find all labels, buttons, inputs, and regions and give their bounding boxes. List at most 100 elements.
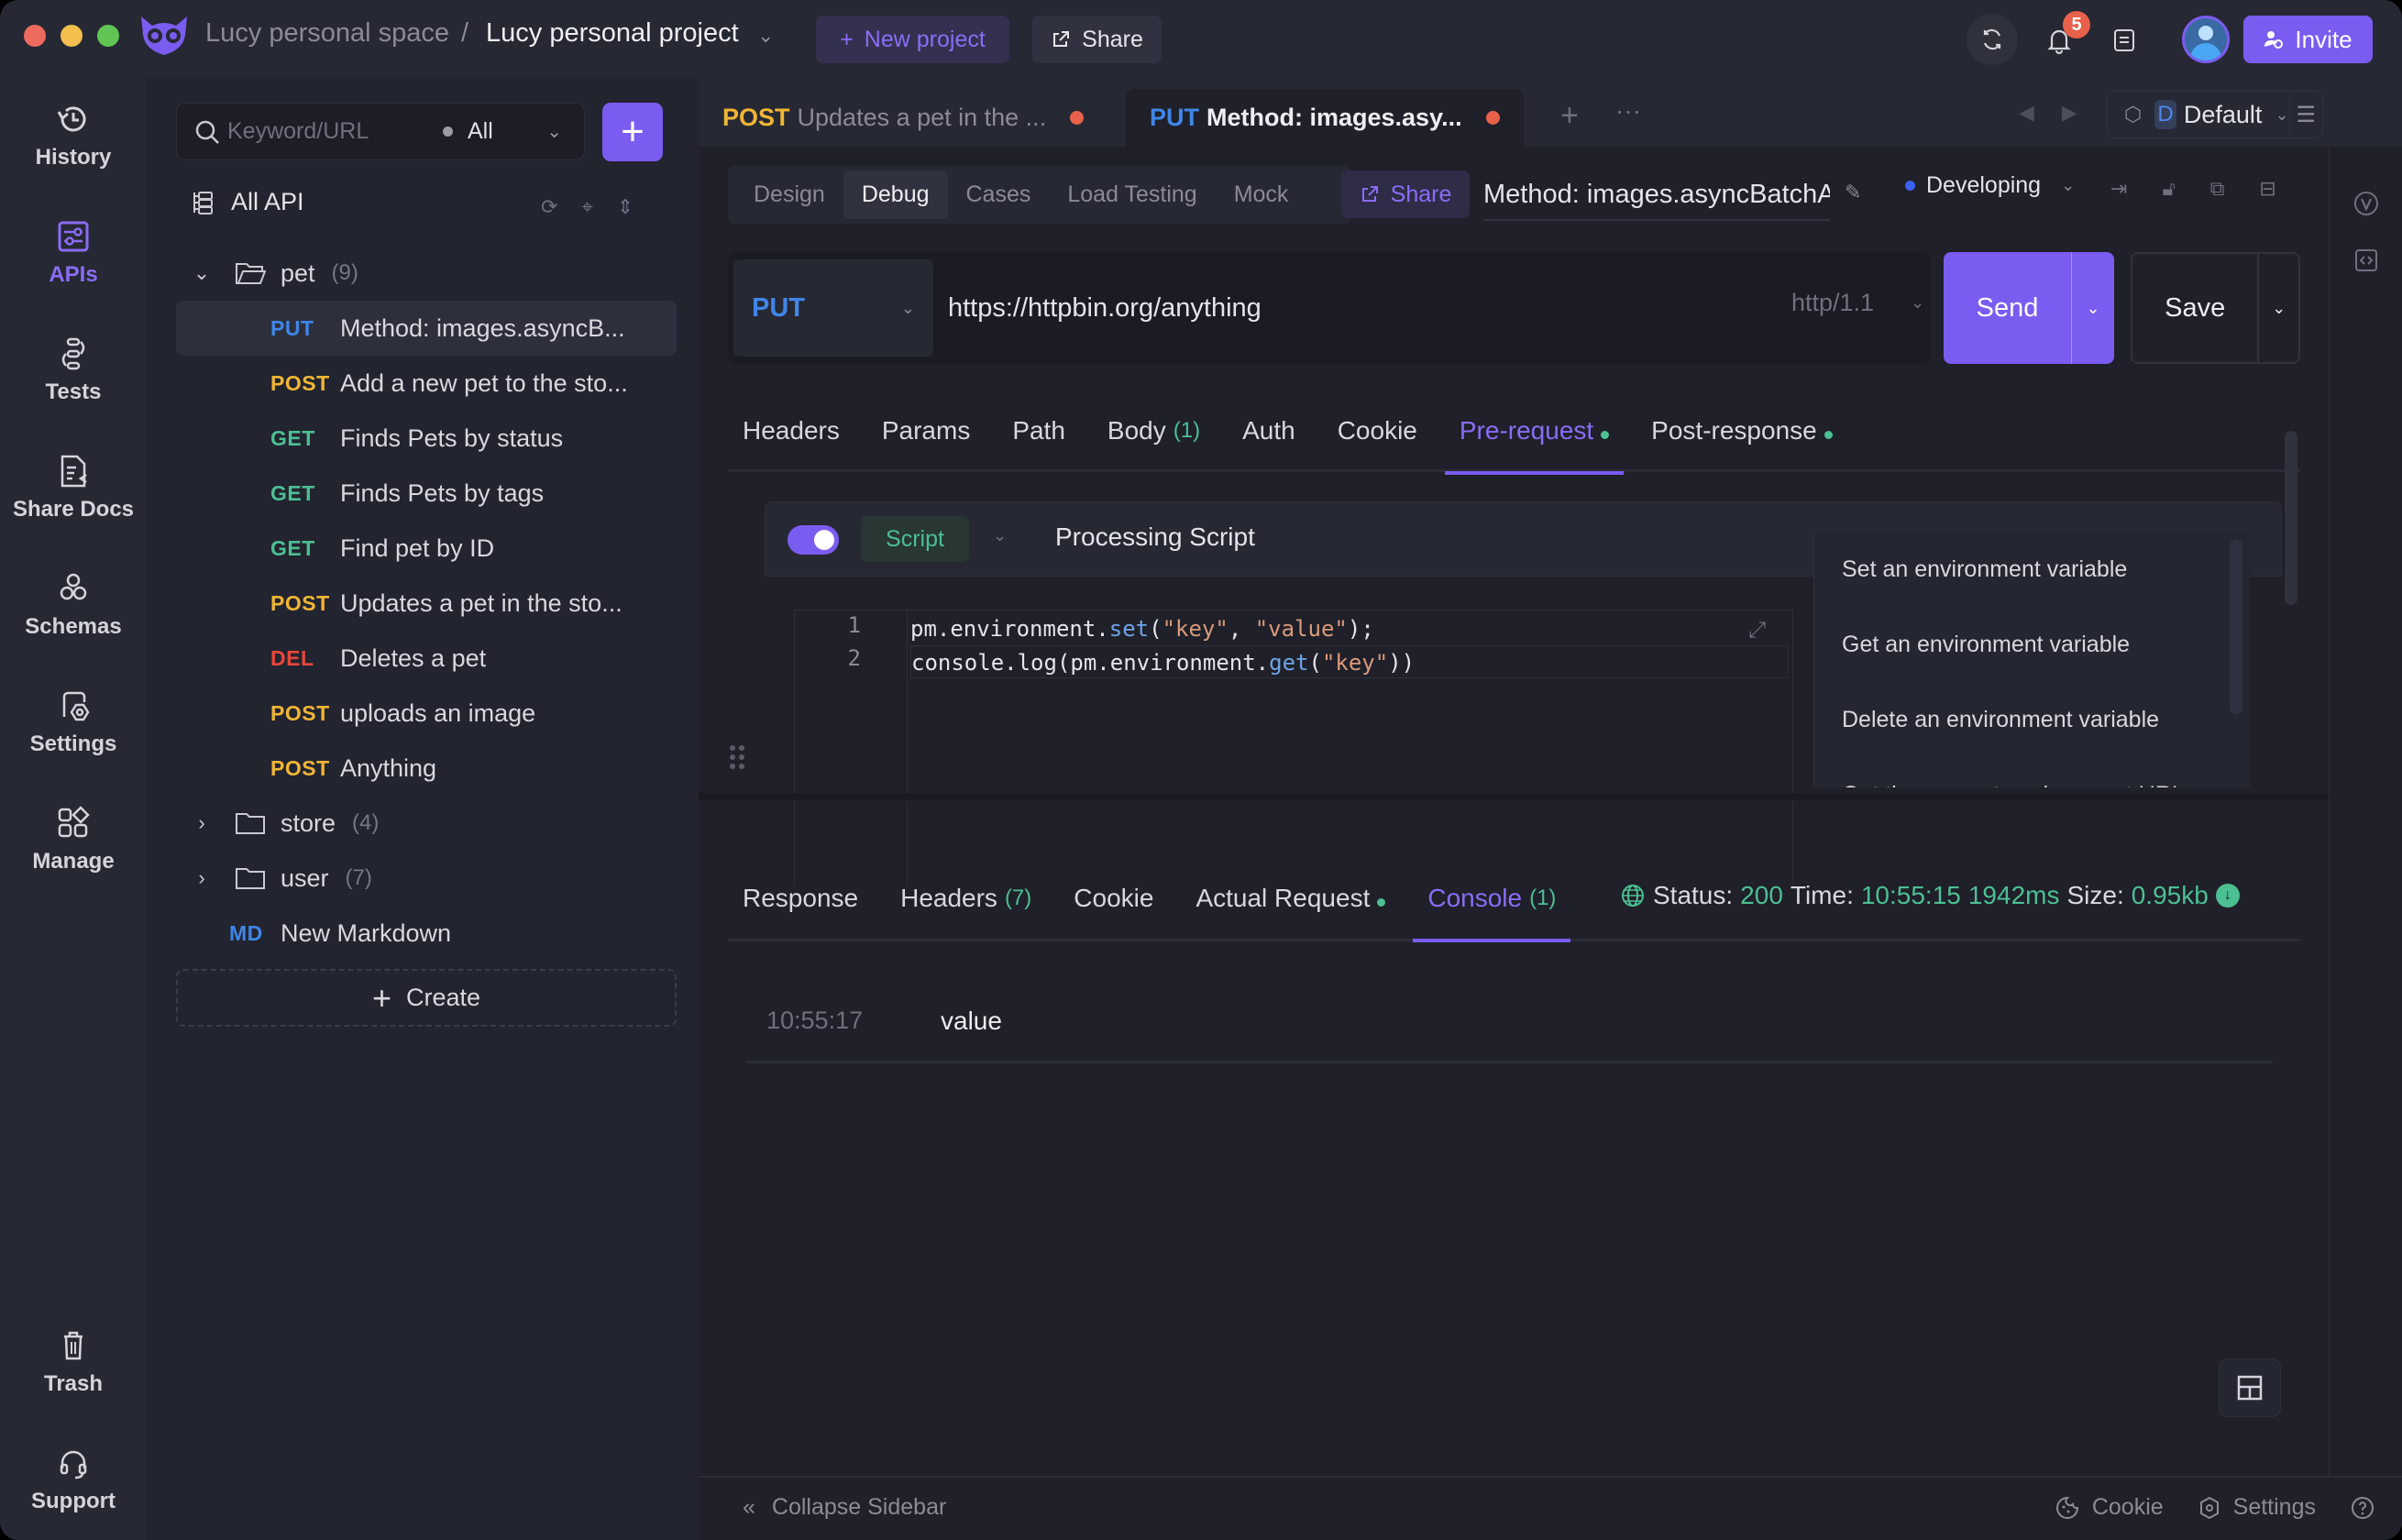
snippet-item[interactable]: Delete an environment variable bbox=[1842, 707, 2159, 733]
layout-toggle-button[interactable] bbox=[2219, 1358, 2281, 1417]
snippet-item[interactable]: Get the request environment URL bbox=[1842, 782, 2185, 787]
code-line[interactable]: pm.environment.set("key", "value"); bbox=[910, 612, 1789, 645]
panel-drag-handle[interactable] bbox=[730, 745, 748, 773]
script-type-select[interactable]: Script bbox=[861, 516, 969, 562]
code-editor[interactable]: 12 ⤢ pm.environment.set("key", "value");… bbox=[794, 610, 1793, 885]
folder-pet[interactable]: ⌄ pet (9) bbox=[176, 246, 677, 301]
nav-history[interactable]: History bbox=[0, 101, 147, 202]
tab-actual-request[interactable]: Actual Request bbox=[1181, 857, 1400, 940]
panel-scrollbar[interactable] bbox=[2285, 431, 2297, 605]
refresh-icon[interactable]: ⟳ bbox=[541, 195, 557, 219]
messages-button[interactable] bbox=[2102, 18, 2146, 62]
maximize-window-button[interactable] bbox=[97, 25, 119, 47]
cookie-button[interactable]: Cookie bbox=[2055, 1494, 2164, 1521]
nav-schemas[interactable]: Schemas bbox=[0, 570, 147, 671]
http-method-select[interactable]: PUT ⌄ bbox=[733, 259, 933, 357]
expand-collapse-icon[interactable]: ⇕ bbox=[617, 195, 634, 219]
save-button[interactable]: Save ⌄ bbox=[2131, 252, 2300, 364]
share-api-button[interactable]: Share bbox=[1341, 170, 1470, 218]
mode-tab-load-testing[interactable]: Load Testing bbox=[1049, 170, 1215, 219]
environment-menu-icon[interactable]: ☰ bbox=[2288, 92, 2322, 138]
api-item[interactable]: PUT Method: images.asyncB... bbox=[176, 301, 677, 356]
clone-icon[interactable]: ⧉ bbox=[2210, 177, 2225, 201]
api-item[interactable]: POST Add a new pet to the sto... bbox=[176, 356, 677, 411]
folder-store[interactable]: › store (4) bbox=[176, 796, 677, 851]
new-tab-plus-icon[interactable]: + bbox=[1560, 98, 1579, 134]
method-filter-select[interactable]: All ⌄ bbox=[443, 104, 580, 160]
mode-tab-design[interactable]: Design bbox=[735, 170, 843, 219]
api-item[interactable]: POST uploads an image bbox=[176, 686, 677, 741]
project-breadcrumb[interactable]: Lucy personal project bbox=[486, 18, 739, 49]
snippet-item[interactable]: Get an environment variable bbox=[1842, 632, 2130, 658]
document-tab[interactable]: PUT Method: images.asy... bbox=[1126, 89, 1524, 147]
archive-icon[interactable]: ⊟ bbox=[2259, 177, 2275, 201]
more-tabs-icon[interactable]: ··· bbox=[1615, 96, 1641, 126]
invite-button[interactable]: Invite bbox=[2243, 16, 2373, 63]
sync-button[interactable] bbox=[1967, 14, 2018, 65]
nav-settings[interactable]: Settings bbox=[0, 688, 147, 788]
tab-prev-icon[interactable]: ◀ bbox=[2019, 101, 2034, 125]
api-item[interactable]: DEL Deletes a pet bbox=[176, 631, 677, 686]
chevron-down-icon[interactable]: ⌄ bbox=[993, 526, 1007, 545]
search-input[interactable] bbox=[227, 104, 429, 160]
nav-trash[interactable]: Trash bbox=[0, 1327, 147, 1428]
tab-console[interactable]: Console (1) bbox=[1413, 857, 1571, 942]
code-button[interactable] bbox=[2346, 240, 2386, 280]
snippets-scrollbar[interactable] bbox=[2230, 540, 2242, 714]
new-project-button[interactable]: + New project bbox=[816, 16, 1009, 63]
tab-headers[interactable]: Headers (7) bbox=[886, 857, 1046, 940]
all-api-row[interactable]: All API bbox=[191, 188, 304, 216]
close-window-button[interactable] bbox=[24, 25, 46, 47]
snippet-item[interactable]: Set an environment variable bbox=[1842, 556, 2127, 583]
tab-label: Headers bbox=[900, 884, 997, 912]
nav-share-docs[interactable]: Share Docs bbox=[0, 453, 147, 554]
minimize-window-button[interactable] bbox=[61, 25, 83, 47]
lock-icon[interactable]: 🔓︎ bbox=[2162, 177, 2175, 201]
api-item[interactable]: GET Finds Pets by status bbox=[176, 411, 677, 466]
api-item[interactable]: GET Find pet by ID bbox=[176, 521, 677, 576]
api-item[interactable]: POST Anything bbox=[176, 741, 677, 796]
mode-tab-cases[interactable]: Cases bbox=[948, 170, 1050, 219]
tab-cookie[interactable]: Cookie bbox=[1059, 857, 1168, 940]
nav-manage[interactable]: Manage bbox=[0, 805, 147, 906]
create-button[interactable]: + Create bbox=[176, 969, 677, 1027]
api-status-select[interactable]: Developing ⌄ bbox=[1905, 172, 2075, 199]
folder-user[interactable]: › user (7) bbox=[176, 851, 677, 906]
url-input[interactable] bbox=[948, 252, 1700, 364]
tab-response[interactable]: Response bbox=[728, 857, 873, 940]
nav-tests[interactable]: Tests bbox=[0, 336, 147, 436]
project-chevron-down-icon[interactable]: ⌄ bbox=[757, 24, 774, 48]
tab-next-icon[interactable]: ▶ bbox=[2062, 101, 2077, 125]
workspace-breadcrumb[interactable]: Lucy personal space bbox=[205, 18, 449, 49]
nav-apis[interactable]: APIs bbox=[0, 218, 147, 319]
user-avatar[interactable] bbox=[2182, 16, 2230, 63]
download-icon[interactable]: ↓ bbox=[2215, 884, 2240, 908]
api-item[interactable]: POST Updates a pet in the sto... bbox=[176, 576, 677, 631]
api-item[interactable]: GET Finds Pets by tags bbox=[176, 466, 677, 521]
document-tab[interactable]: POST Updates a pet in the ... bbox=[699, 89, 1107, 147]
send-button[interactable]: Send ⌄ bbox=[1944, 252, 2114, 364]
environment-selector[interactable]: ⬡ D Default ⌄ ☰ bbox=[2107, 91, 2323, 138]
collapse-sidebar-button[interactable]: « Collapse Sidebar bbox=[743, 1494, 946, 1521]
code-gen-icon[interactable]: ⇥ bbox=[2110, 177, 2127, 201]
panel-splitter[interactable] bbox=[699, 793, 2329, 800]
environment-settings-icon[interactable]: ⬡ bbox=[2124, 103, 2142, 126]
mode-tab-mock[interactable]: Mock bbox=[1216, 170, 1307, 219]
version-button[interactable] bbox=[2346, 183, 2386, 224]
share-project-button[interactable]: Share bbox=[1032, 16, 1162, 63]
save-options-chevron-icon[interactable]: ⌄ bbox=[2257, 254, 2298, 362]
locate-icon[interactable]: ⌖ bbox=[581, 195, 592, 219]
layout-icon bbox=[2237, 1375, 2263, 1401]
mode-tab-debug[interactable]: Debug bbox=[843, 170, 948, 219]
protocol-select[interactable]: http/1.1 ⌄ bbox=[1791, 289, 1924, 317]
code-line[interactable]: console.log(pm.environment.get("key")) bbox=[910, 645, 1789, 678]
edit-description-icon[interactable]: ✎ bbox=[1845, 181, 1861, 204]
send-options-chevron-icon[interactable]: ⌄ bbox=[2071, 252, 2114, 364]
markdown-item[interactable]: MD New Markdown bbox=[176, 906, 677, 961]
nav-support[interactable]: Support bbox=[0, 1445, 147, 1540]
script-enabled-toggle[interactable] bbox=[788, 525, 839, 555]
settings-button[interactable]: Settings bbox=[2198, 1494, 2316, 1521]
help-button[interactable] bbox=[2351, 1496, 2374, 1520]
add-api-button[interactable]: + bbox=[602, 103, 663, 161]
api-title-input[interactable] bbox=[1483, 170, 1830, 221]
